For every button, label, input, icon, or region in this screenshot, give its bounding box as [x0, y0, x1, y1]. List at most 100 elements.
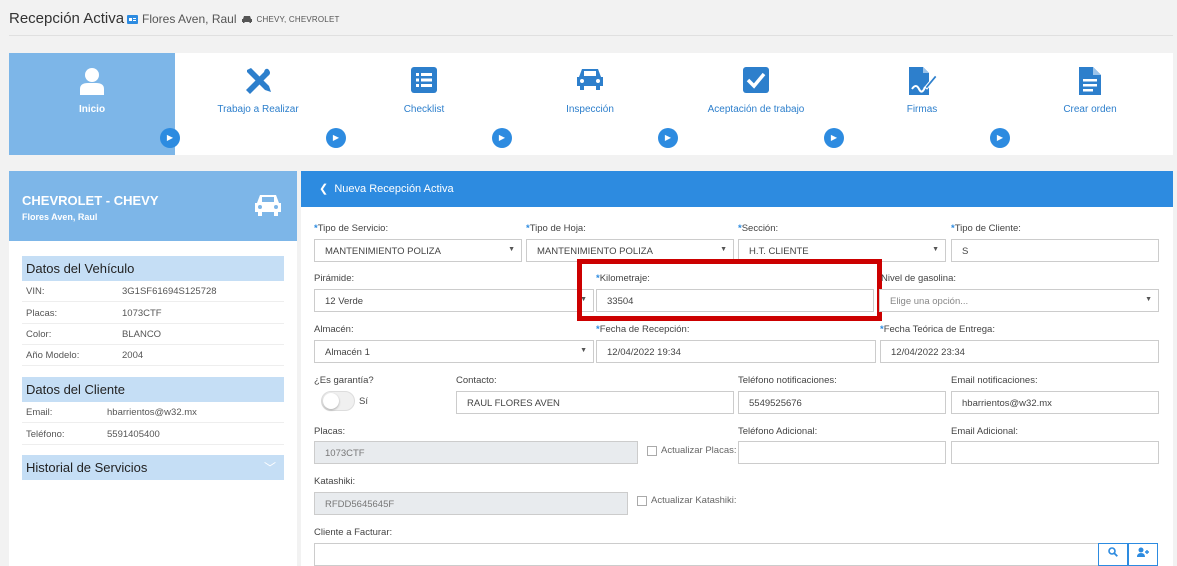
fecha-entrega-input[interactable]: 12/04/2022 23:34	[880, 340, 1159, 363]
actualizar-placas-label: Actualizar Placas:	[661, 445, 737, 456]
email-adicional-input[interactable]	[951, 441, 1159, 464]
customer-name: Flores Aven, Raul	[142, 12, 237, 26]
section-datos-vehiculo[interactable]: Datos del Vehículo	[22, 256, 284, 281]
step-label: Firmas	[906, 104, 938, 115]
highlight-box	[577, 259, 882, 321]
katashiki-input[interactable]: RFDD5645645F	[314, 492, 628, 515]
tel-label: Teléfono:	[26, 429, 65, 440]
actualizar-katashiki-checkbox[interactable]	[637, 496, 647, 506]
email-notif-label: Email notificaciones:	[951, 375, 1038, 386]
form-title-text: Nueva Recepción Activa	[334, 183, 454, 195]
form-title[interactable]: ❮ Nueva Recepción Activa	[319, 182, 454, 195]
toggle-knob	[323, 393, 339, 409]
gasolina-label: Nivel de gasolina:	[881, 273, 956, 284]
add-client-button[interactable]	[1128, 543, 1158, 566]
section-datos-cliente[interactable]: Datos del Cliente	[22, 377, 284, 402]
vehicle-placas-row: Placas: 1073CTF	[22, 303, 284, 324]
dropdown-arrow-icon: ▼	[580, 347, 587, 354]
contacto-input[interactable]: RAUL FLORES AVEN	[456, 391, 734, 414]
step-label: Aceptación de trabajo	[707, 104, 805, 115]
search-client-button[interactable]	[1098, 543, 1128, 566]
color-value: BLANCO	[122, 329, 162, 340]
step-inspeccion[interactable]: Inspección ▶	[507, 53, 678, 155]
form-header: ❮ Nueva Recepción Activa	[301, 171, 1173, 207]
tipo-cliente-label: *Tipo de Cliente:	[951, 223, 1021, 234]
email-notif-input[interactable]: hbarrientos@w32.mx	[951, 391, 1159, 414]
piramide-select[interactable]: 12 Verde ▼	[314, 289, 594, 312]
step-checklist[interactable]: Checklist ▶	[341, 53, 512, 155]
vehicle-anio-row: Año Modelo: 2004	[22, 345, 284, 366]
tipo-servicio-label: *Tipo de Servicio:	[314, 223, 389, 234]
client-email-row: Email: hbarrientos@w32.mx	[22, 402, 284, 423]
header-vehicle: CHEVY, CHEVROLET	[256, 14, 340, 24]
client-tel-row: Teléfono: 5591405400	[22, 424, 284, 445]
almacen-select[interactable]: Almacén 1 ▼	[314, 340, 594, 363]
piramide-label: Pirámide:	[314, 273, 355, 284]
dropdown-arrow-icon: ▼	[1145, 296, 1152, 303]
garantia-toggle[interactable]	[321, 391, 355, 411]
search-icon	[1108, 547, 1118, 557]
email-value: hbarrientos@w32.mx	[107, 407, 197, 418]
almacen-label: Almacén:	[314, 324, 354, 335]
car-icon	[255, 195, 281, 216]
step-label: Inicio	[78, 104, 106, 115]
step-trabajo[interactable]: Trabajo a Realizar ▶	[175, 53, 346, 155]
anio-value: 2004	[122, 350, 144, 361]
step-firmas[interactable]: Firmas ▶	[839, 53, 1010, 155]
checkbox-icon	[743, 67, 769, 93]
dropdown-arrow-icon: ▼	[508, 246, 515, 253]
header-divider	[9, 35, 1173, 36]
cliente-facturar-input[interactable]	[314, 543, 1099, 566]
tel-adicional-label: Teléfono Adicional:	[738, 426, 818, 437]
dropdown-arrow-icon: ▼	[932, 246, 939, 253]
placas-input[interactable]: 1073CTF	[314, 441, 638, 464]
tipo-servicio-select[interactable]: MANTENIMIENTO POLIZA ▼	[314, 239, 522, 262]
step-label: Crear orden	[1063, 104, 1117, 115]
tel-adicional-input[interactable]	[738, 441, 946, 464]
car-icon	[241, 15, 252, 23]
tel-notif-input[interactable]: 5549525676	[738, 391, 946, 414]
vin-label: VIN:	[26, 286, 45, 297]
vehicle-card-header: CHEVROLET - CHEVY Flores Aven, Raul	[9, 171, 297, 241]
tipo-cliente-input[interactable]: S	[951, 239, 1159, 262]
vin-value: 3G1SF61694S125728	[122, 286, 217, 297]
placas-label: Placas:	[26, 308, 58, 319]
fecha-entrega-label: *Fecha Teórica de Entrega:	[880, 324, 995, 335]
checklist-icon	[411, 67, 437, 93]
cliente-facturar-label: Cliente a Facturar:	[314, 527, 393, 538]
step-inicio[interactable]: Inicio ▶	[9, 53, 180, 155]
chevron-left-icon: ❮	[319, 183, 329, 195]
dropdown-arrow-icon: ▼	[720, 246, 727, 253]
tools-icon	[246, 68, 271, 94]
id-card-icon	[127, 14, 138, 24]
document-icon	[1079, 67, 1101, 95]
fecha-recepcion-input[interactable]: 12/04/2022 19:34	[596, 340, 876, 363]
step-label: Checklist	[403, 104, 445, 115]
tel-notif-label: Teléfono notificaciones:	[738, 375, 837, 386]
email-label: Email:	[26, 407, 53, 418]
step-crear-orden[interactable]: Crear orden	[1007, 53, 1173, 155]
add-user-icon	[1136, 547, 1149, 557]
email-adicional-label: Email Adicional:	[951, 426, 1019, 437]
signature-icon	[909, 67, 937, 95]
section-historial[interactable]: Historial de Servicios ﹀	[22, 455, 284, 480]
vehicle-color-row: Color: BLANCO	[22, 324, 284, 345]
historial-title: Historial de Servicios	[26, 460, 148, 475]
header-customer: Flores Aven, Raul CHEVY, CHEVROLET	[127, 12, 340, 26]
fecha-recepcion-label: *Fecha de Recepción:	[596, 324, 690, 335]
actualizar-placas-checkbox[interactable]	[647, 446, 657, 456]
vehicle-card-title: CHEVROLET - CHEVY	[22, 193, 159, 208]
gasolina-select[interactable]: Elige una opción... ▼	[879, 289, 1159, 312]
katashiki-label: Katashiki:	[314, 476, 356, 487]
step-aceptacion[interactable]: Aceptación de trabajo ▶	[673, 53, 844, 155]
user-icon	[80, 68, 104, 95]
garantia-value: Sí	[359, 396, 368, 407]
tel-value: 5591405400	[107, 429, 160, 440]
car-icon	[577, 69, 603, 90]
vehicle-card-subtitle: Flores Aven, Raul	[22, 212, 98, 222]
tipo-hoja-label: *Tipo de Hoja:	[526, 223, 586, 234]
color-label: Color:	[26, 329, 52, 340]
seccion-label: *Sección:	[738, 223, 779, 234]
actualizar-katashiki-label: Actualizar Katashiki:	[651, 495, 737, 506]
contacto-label: Contacto:	[456, 375, 497, 386]
